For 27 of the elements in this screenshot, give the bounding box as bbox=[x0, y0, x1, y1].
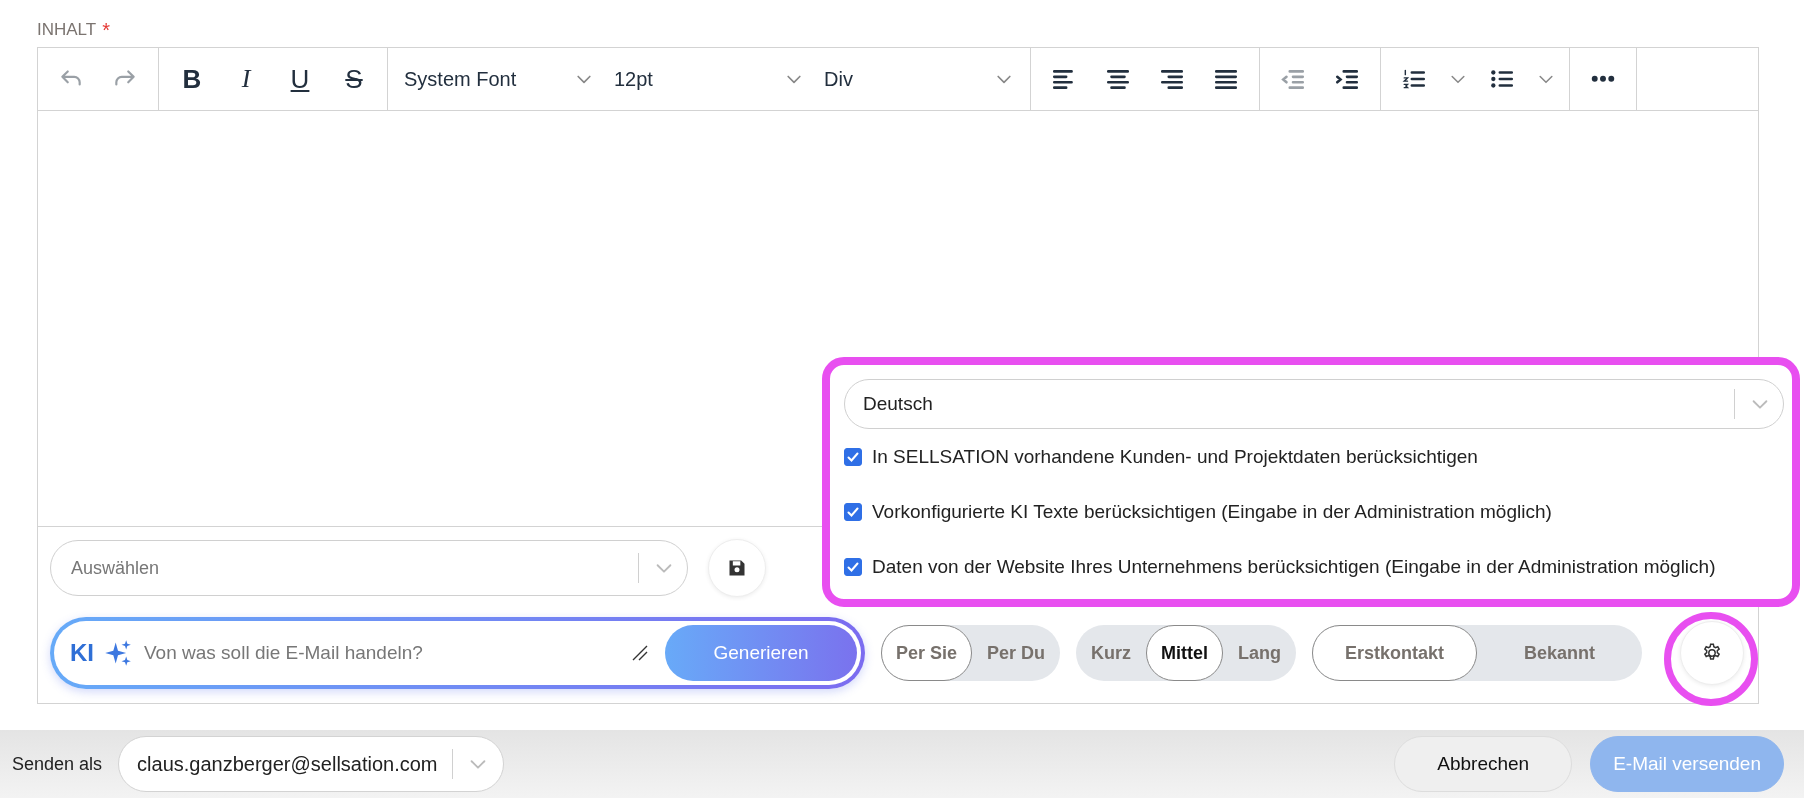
segment-option[interactable]: Bekannt bbox=[1477, 625, 1643, 681]
format-button[interactable]: U bbox=[275, 57, 325, 101]
format-button[interactable]: I bbox=[221, 57, 271, 101]
toolbar-select[interactable]: Div bbox=[816, 57, 1022, 101]
select-value: Div bbox=[824, 67, 853, 91]
toolbar-select[interactable]: System Font bbox=[396, 57, 602, 101]
toolbar-select[interactable]: 12pt bbox=[606, 57, 812, 101]
segment-option[interactable]: Per Sie bbox=[881, 625, 973, 681]
segment-option[interactable]: Lang bbox=[1223, 625, 1297, 681]
ai-label: KI bbox=[70, 639, 94, 667]
checkbox-label: Daten von der Website Ihres Unternehmens berücksichtigen (Eingabe in der Administration möglich) bbox=[872, 556, 1716, 578]
select-value: 12pt bbox=[614, 67, 653, 91]
format-button[interactable]: B bbox=[167, 57, 217, 101]
field-label: INHALT bbox=[37, 20, 97, 40]
segment-option[interactable]: Kurz bbox=[1076, 625, 1147, 681]
sender-select[interactable]: claus.ganzberger@sellsation.com bbox=[118, 736, 505, 792]
segment-option[interactable]: Per Du bbox=[972, 625, 1061, 681]
checkbox-label: In SELLSATION vorhandene Kunden- und Projektdaten berücksichtigen bbox=[872, 446, 1478, 468]
footer-button[interactable]: Abbrechen bbox=[1394, 736, 1573, 792]
sender-label: Senden als bbox=[12, 753, 103, 775]
format-button[interactable]: S bbox=[329, 57, 379, 101]
required-mark: * bbox=[102, 18, 110, 42]
language-select[interactable]: Deutsch bbox=[844, 379, 1784, 429]
checkbox-label: Vorkonfigurierte KI Texte berücksichtigen (Eingabe in der Administration möglich) bbox=[872, 501, 1552, 523]
segment-option[interactable]: Mittel bbox=[1146, 625, 1224, 681]
select-value: System Font bbox=[404, 67, 517, 91]
segment-option[interactable]: Erstkontakt bbox=[1312, 625, 1478, 681]
